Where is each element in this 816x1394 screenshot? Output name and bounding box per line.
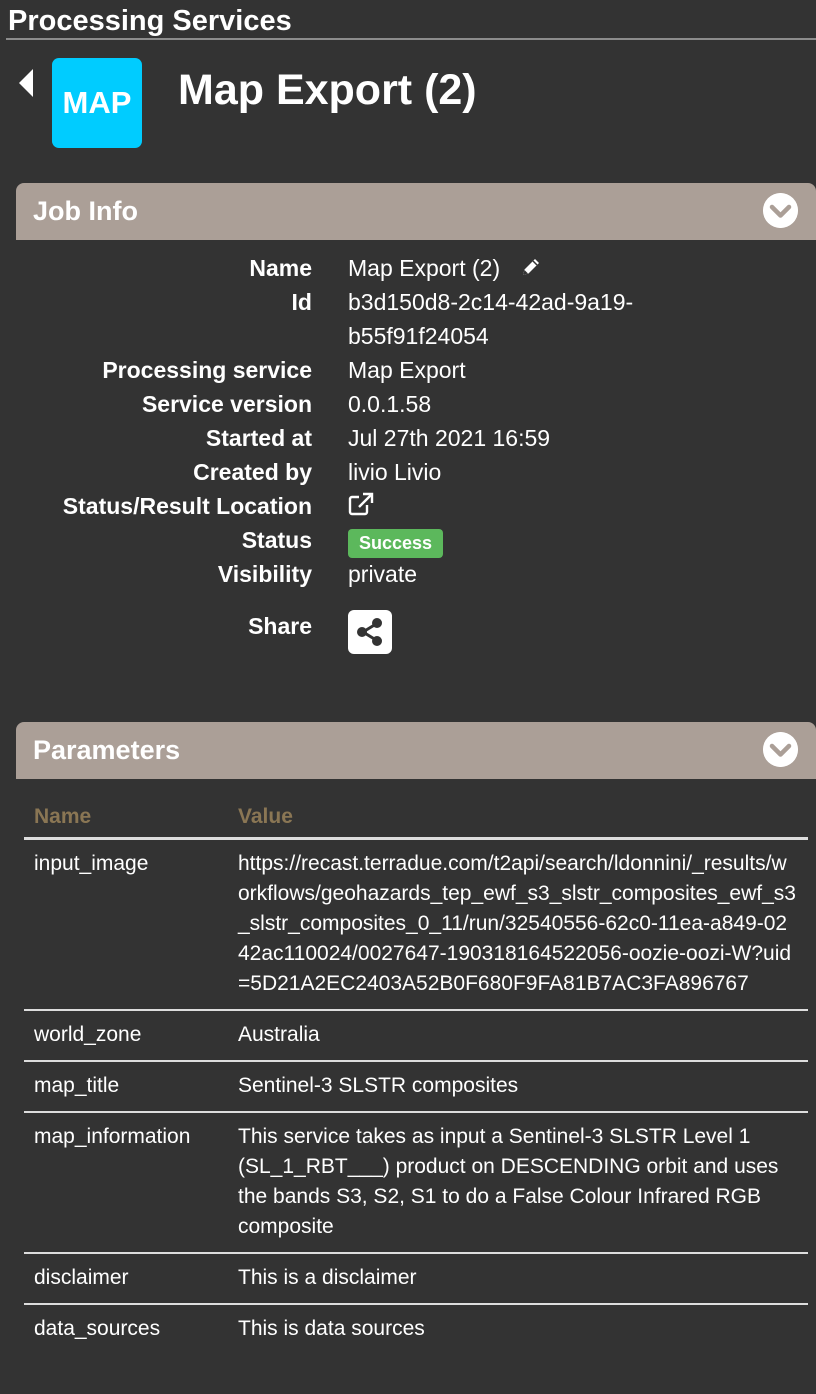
param-value: Australia — [228, 1009, 808, 1062]
param-name: input_image — [24, 838, 228, 1011]
status-label: Status — [241, 527, 312, 553]
version-label: Service version — [141, 391, 312, 417]
chevron-down-icon[interactable] — [763, 193, 798, 228]
share-button[interactable] — [348, 610, 392, 654]
share-icon — [357, 618, 382, 646]
caret-left-icon[interactable] — [16, 66, 36, 100]
created-label: Created by — [193, 459, 312, 485]
param-name: disclaimer — [24, 1252, 228, 1305]
visibility-label: Visibility — [217, 561, 312, 587]
param-name: world_zone — [24, 1009, 228, 1062]
id-value-line2: b55f91f24054 — [348, 323, 489, 349]
column-header-name: Name — [24, 798, 228, 840]
parameters-table: Name Value input_image https://recast.te… — [24, 798, 808, 1354]
job-info-title: Job Info — [33, 196, 138, 226]
table-row: map_information This service takes as in… — [24, 1111, 808, 1254]
version-value: 0.0.1.58 — [348, 391, 432, 417]
visibility-value: private — [348, 561, 418, 587]
param-name: map_title — [24, 1060, 228, 1113]
service-label: Processing service — [102, 357, 312, 383]
location-label: Status/Result Location — [62, 493, 312, 519]
column-header-value: Value — [228, 798, 808, 840]
id-value-line1: b3d150d8-2c14-42ad-9a19- — [348, 289, 634, 315]
table-header-row: Name Value — [24, 798, 808, 840]
job-title: Map Export (2) — [178, 66, 477, 114]
job-info-header[interactable]: Job Info — [16, 183, 816, 240]
param-value: https://recast.terradue.com/t2api/search… — [228, 838, 808, 1011]
table-row: data_sources This is data sources — [24, 1304, 808, 1354]
table-row: map_title Sentinel-3 SLSTR composites — [24, 1060, 808, 1113]
name-label: Name — [249, 255, 312, 281]
title-divider — [6, 38, 816, 40]
param-value: This is data sources — [238, 1316, 425, 1340]
started-label: Started at — [205, 425, 312, 451]
service-value: Map Export — [348, 357, 466, 383]
external-link-icon[interactable] — [348, 492, 374, 516]
parameters-title: Parameters — [33, 735, 181, 765]
parameters-header[interactable]: Parameters — [16, 722, 816, 779]
table-row: disclaimer This is a disclaimer — [24, 1252, 808, 1305]
table-row: input_image https://recast.terradue.com/… — [24, 838, 808, 1011]
page-title: Processing Services — [8, 5, 292, 37]
param-name: map_information — [24, 1111, 228, 1254]
table-row: world_zone Australia — [24, 1009, 808, 1062]
share-label: Share — [248, 613, 312, 639]
param-value: This is a disclaimer — [228, 1252, 808, 1305]
pencil-icon[interactable] — [520, 256, 542, 278]
name-value: Map Export (2) — [348, 255, 501, 281]
param-name: data_sources — [34, 1316, 161, 1340]
status-badge: Success — [348, 529, 444, 558]
service-logo: MAP — [52, 58, 142, 148]
started-value: Jul 27th 2021 16:59 — [348, 425, 551, 451]
created-value: livio Livio — [348, 459, 442, 485]
chevron-down-icon[interactable] — [763, 732, 798, 767]
id-label: Id — [291, 289, 312, 315]
param-value: Sentinel-3 SLSTR composites — [228, 1060, 808, 1113]
param-value: This service takes as input a Sentinel-3… — [228, 1111, 808, 1254]
